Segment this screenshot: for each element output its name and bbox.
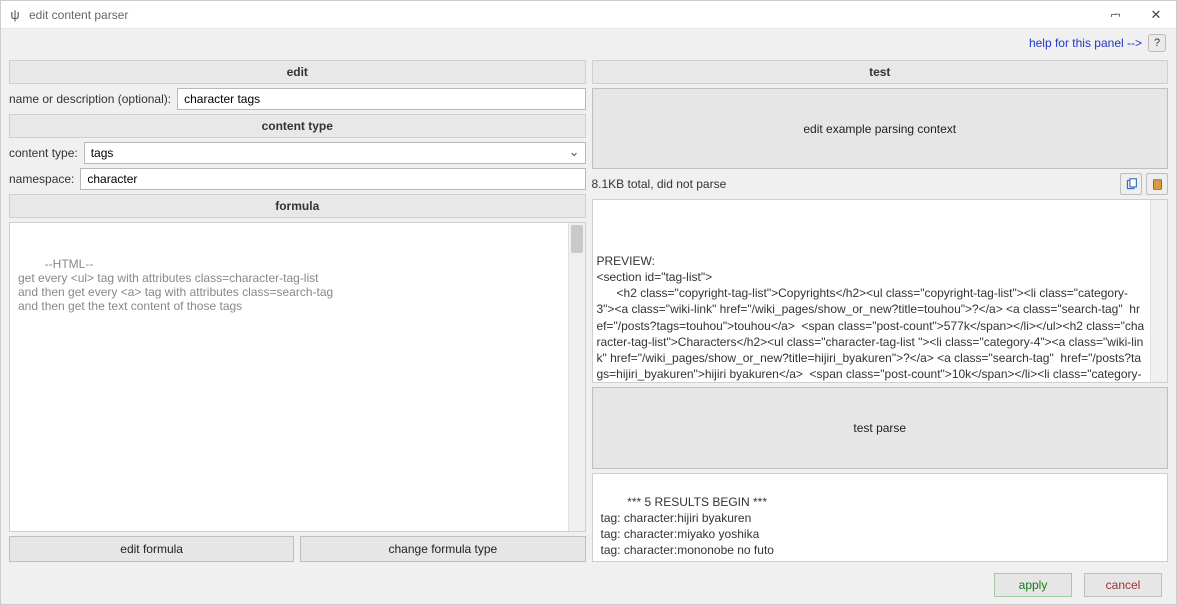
formula-textarea[interactable]: --HTML-- get every <ul> tag with attribu… (9, 222, 586, 532)
name-row: name or description (optional): (9, 88, 586, 110)
window: ψ edit content parser ⌐¬ ✕ help for this… (0, 0, 1177, 605)
right-panel: test edit example parsing context 8.1KB … (592, 60, 1169, 562)
window-title: edit content parser (29, 8, 1100, 22)
app-icon: ψ (7, 7, 23, 23)
formula-button-row: edit formula change formula type (9, 536, 586, 562)
apply-button[interactable]: apply (994, 573, 1072, 597)
test-header: test (592, 60, 1169, 84)
help-icon[interactable]: ? (1148, 34, 1166, 52)
content-type-select-wrap: tags (84, 142, 586, 164)
left-panel: edit name or description (optional): con… (9, 60, 586, 562)
edit-formula-button[interactable]: edit formula (9, 536, 294, 562)
formula-text: --HTML-- get every <ul> tag with attribu… (18, 257, 333, 313)
namespace-label: namespace: (9, 172, 74, 186)
edit-header: edit (9, 60, 586, 84)
preview-textarea[interactable]: PREVIEW: <section id="tag-list"> <h2 cla… (592, 199, 1169, 383)
content-type-row: content type: tags (9, 142, 586, 164)
copy-icon[interactable] (1120, 173, 1142, 195)
status-text: 8.1KB total, did not parse (592, 177, 1117, 191)
test-parse-button[interactable]: test parse (592, 387, 1169, 468)
formula-header: formula (9, 194, 586, 218)
help-row: help for this panel --> ? (1, 29, 1176, 57)
edit-example-context-button[interactable]: edit example parsing context (592, 88, 1169, 169)
close-icon[interactable]: ✕ (1142, 7, 1170, 23)
results-text: *** 5 RESULTS BEGIN *** tag: character:h… (601, 495, 794, 562)
body: edit name or description (optional): con… (1, 57, 1176, 566)
results-textarea[interactable]: *** 5 RESULTS BEGIN *** tag: character:h… (592, 473, 1169, 562)
help-link[interactable]: help for this panel --> (1029, 36, 1142, 50)
content-type-label: content type: (9, 146, 78, 160)
scrollbar-thumb[interactable] (571, 225, 583, 253)
name-input[interactable] (177, 88, 585, 110)
titlebar: ψ edit content parser ⌐¬ ✕ (1, 1, 1176, 29)
status-row: 8.1KB total, did not parse (592, 173, 1169, 195)
change-formula-type-button[interactable]: change formula type (300, 536, 585, 562)
footer: apply cancel (1, 566, 1176, 604)
content-type-header: content type (9, 114, 586, 138)
window-buttons: ⌐¬ ✕ (1100, 7, 1170, 23)
restore-icon[interactable]: ⌐¬ (1100, 9, 1128, 21)
name-label: name or description (optional): (9, 92, 171, 106)
preview-text: PREVIEW: <section id="tag-list"> <h2 cla… (597, 253, 1160, 383)
cancel-button[interactable]: cancel (1084, 573, 1162, 597)
namespace-input[interactable] (80, 168, 585, 190)
paste-icon[interactable] (1146, 173, 1168, 195)
content-type-select[interactable]: tags (84, 142, 586, 164)
namespace-row: namespace: (9, 168, 586, 190)
